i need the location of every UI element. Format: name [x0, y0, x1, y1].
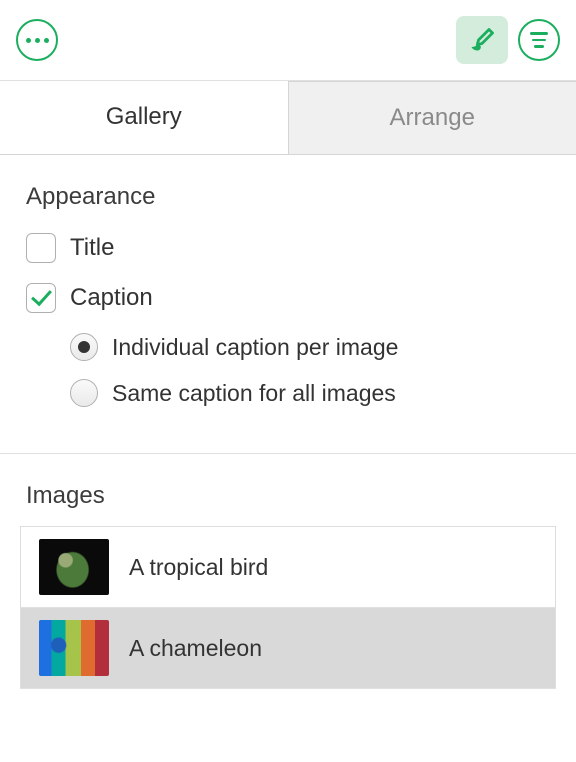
- images-section: Images A tropical bird A chameleon: [0, 454, 576, 689]
- thumbnail-tropical-bird: [39, 539, 109, 595]
- image-list: A tropical bird A chameleon: [20, 526, 556, 689]
- caption-mode-group: Individual caption per image Same captio…: [26, 333, 550, 407]
- image-label: A tropical bird: [129, 554, 268, 581]
- thumbnail-chameleon: [39, 620, 109, 676]
- radio-same-row: Same caption for all images: [70, 379, 550, 407]
- document-options-button[interactable]: [518, 19, 560, 61]
- tab-arrange[interactable]: Arrange: [289, 81, 576, 154]
- appearance-section: Appearance Title Caption Individual capt…: [0, 155, 576, 445]
- radio-individual-row: Individual caption per image: [70, 333, 550, 361]
- list-item[interactable]: A tropical bird: [21, 527, 555, 608]
- toolbar-left: [16, 19, 58, 61]
- radio-individual-label: Individual caption per image: [112, 334, 398, 361]
- more-options-button[interactable]: [16, 19, 58, 61]
- caption-checkbox[interactable]: [26, 283, 56, 313]
- list-item[interactable]: A chameleon: [21, 608, 555, 689]
- paintbrush-icon: [468, 26, 496, 54]
- radio-same-label: Same caption for all images: [112, 380, 396, 407]
- images-heading: Images: [26, 482, 556, 510]
- title-checkbox-label: Title: [70, 234, 114, 262]
- title-checkbox-row: Title: [26, 233, 550, 263]
- toolbar-right: [456, 16, 560, 64]
- radio-individual[interactable]: [70, 333, 98, 361]
- ellipsis-icon: [26, 38, 49, 43]
- toolbar: [0, 0, 576, 81]
- format-button[interactable]: [456, 16, 508, 64]
- tab-bar: Gallery Arrange: [0, 81, 576, 155]
- tab-gallery[interactable]: Gallery: [0, 81, 289, 154]
- menu-lines-icon: [530, 32, 548, 48]
- caption-checkbox-label: Caption: [70, 284, 153, 312]
- image-label: A chameleon: [129, 635, 262, 662]
- appearance-heading: Appearance: [26, 183, 550, 211]
- caption-checkbox-row: Caption: [26, 283, 550, 313]
- title-checkbox[interactable]: [26, 233, 56, 263]
- radio-same[interactable]: [70, 379, 98, 407]
